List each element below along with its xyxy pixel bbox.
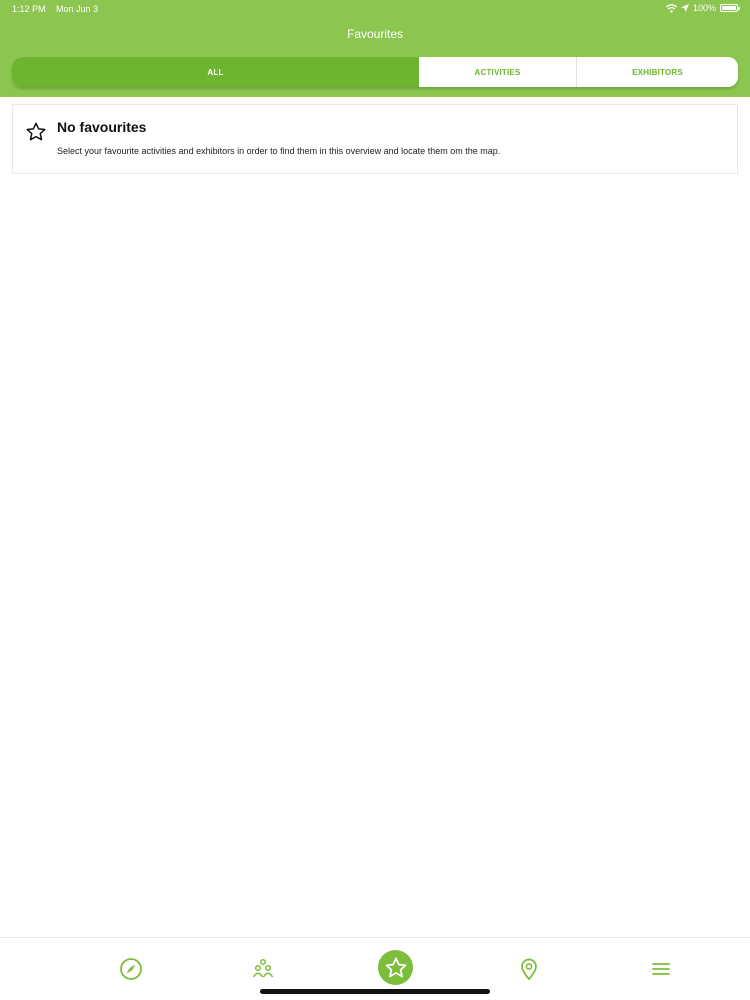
empty-state-card: No favourites Select your favourite acti… <box>12 104 738 174</box>
star-icon <box>385 957 406 977</box>
status-time: 1:12 PM <box>12 4 46 14</box>
page-title: Favourites <box>346 27 404 41</box>
menu-icon <box>652 963 670 975</box>
battery-percent: 100% <box>692 3 716 13</box>
star-outline-icon <box>26 122 46 141</box>
empty-state-title: No favourites <box>57 119 147 135</box>
home-indicator[interactable] <box>260 989 490 994</box>
empty-state-description: Select your favourite activities and exh… <box>57 146 501 156</box>
tab-activities[interactable]: ACTIVITIES <box>419 57 577 87</box>
tab-menu[interactable] <box>641 949 681 989</box>
app-header: 1:12 PM Mon Jun 3 100% Favourites ALL AC… <box>0 0 750 97</box>
status-right: 100% <box>666 3 740 13</box>
location-arrow-icon <box>680 4 689 12</box>
tab-favourites[interactable] <box>378 950 413 985</box>
status-bar: 1:12 PM Mon Jun 3 100% <box>0 0 750 18</box>
battery-icon <box>720 4 740 12</box>
tab-all[interactable]: ALL <box>12 57 419 87</box>
tab-exhibitors[interactable]: EXHIBITORS <box>577 57 738 87</box>
tab-map[interactable] <box>509 949 549 989</box>
map-pin-icon <box>521 958 537 980</box>
status-left: 1:12 PM Mon Jun 3 <box>12 4 98 14</box>
status-date: Mon Jun 3 <box>56 4 99 14</box>
filter-segmented-control: ALL ACTIVITIES EXHIBITORS <box>12 57 738 87</box>
wifi-icon <box>666 3 677 13</box>
people-icon <box>252 958 274 978</box>
tab-people[interactable] <box>243 949 283 989</box>
tab-explore[interactable] <box>111 949 151 989</box>
compass-icon <box>120 958 142 980</box>
